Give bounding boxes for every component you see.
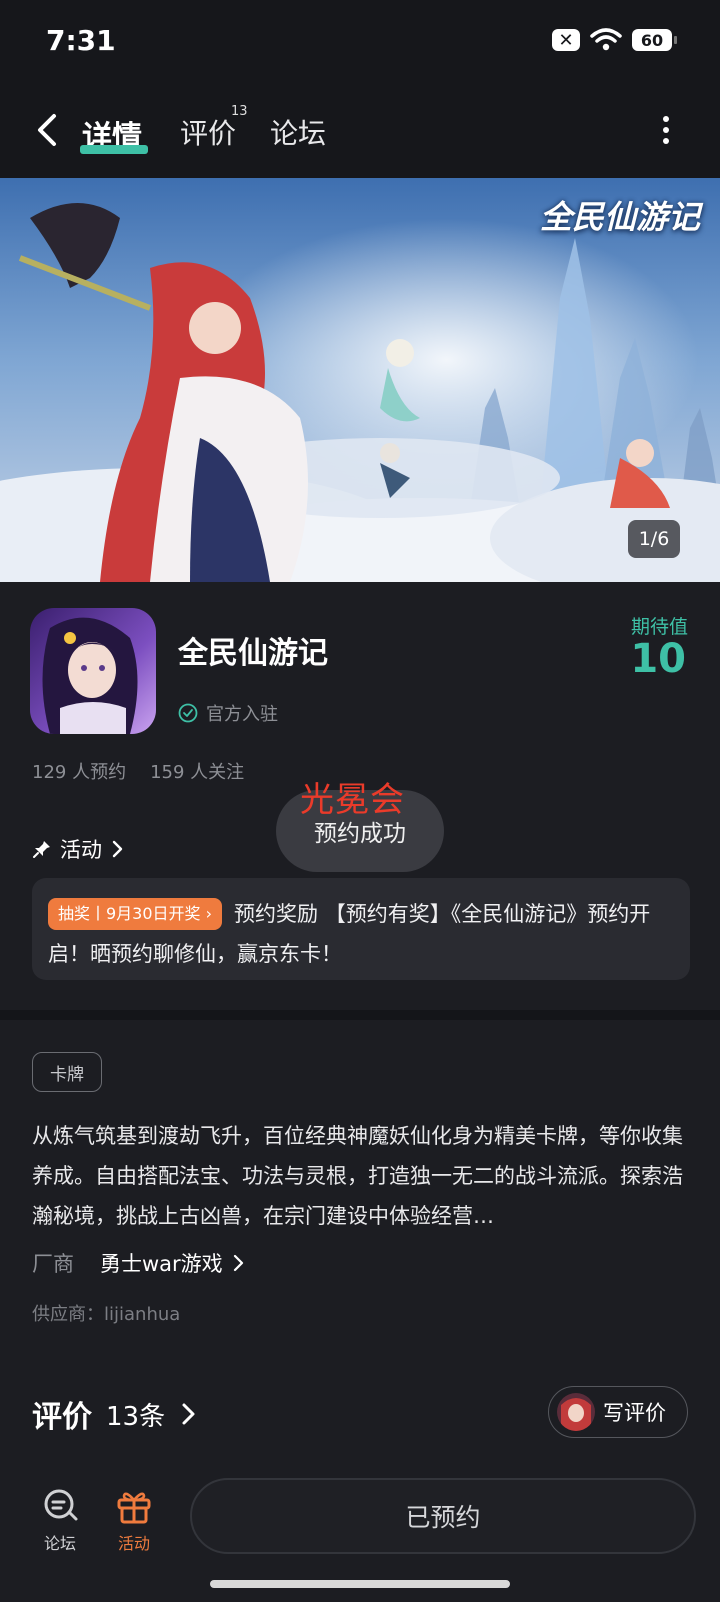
status-bar: 7:31 ✕ 60 <box>0 0 720 84</box>
app-icon <box>30 608 156 734</box>
write-review-label: 写评价 <box>603 1401 666 1425</box>
more-options-icon[interactable] <box>662 116 670 144</box>
official-label: 官方入驻 <box>206 704 278 725</box>
wifi-icon <box>590 28 622 51</box>
notification-x-icon: ✕ <box>552 29 580 51</box>
section-divider <box>0 1010 720 1020</box>
battery-level: 60 <box>640 30 664 50</box>
write-review-button[interactable]: 写评价 <box>548 1386 688 1438</box>
reserved-button[interactable]: 已预约 <box>190 1478 696 1554</box>
top-nav: 详情 评价 13 论坛 <box>0 84 720 178</box>
expectation-label: 期待值 <box>630 616 688 638</box>
reservation-count: 129 人预约 <box>32 762 127 783</box>
banner-artwork <box>0 178 720 582</box>
tab-reviews[interactable]: 评价 <box>180 112 236 152</box>
activity-heading-label: 活动 <box>60 838 102 862</box>
home-indicator[interactable] <box>210 1580 510 1588</box>
forum-shortcut-label: 论坛 <box>43 1534 76 1553</box>
forum-chat-icon <box>44 1489 78 1521</box>
reviews-title: 评价 <box>32 1400 92 1435</box>
supplier-info: 供应商：lijianhua <box>32 1304 181 1325</box>
game-description[interactable]: 从炼气筑基到渡劫飞升，百位经典神魔妖仙化身为精美卡牌，等你收集养成。自由搭配法宝… <box>32 1116 690 1236</box>
manufacturer-label: 厂商 <box>32 1252 74 1276</box>
activity-card[interactable]: 抽奖丨9月30日开奖 › 预约奖励 【预约有奖】《全民仙游记》预约开启！晒预约聊修… <box>32 878 690 980</box>
avatar <box>557 1393 595 1431</box>
pin-icon <box>33 841 50 858</box>
watermark-text: 光冕会 <box>300 780 405 820</box>
manufacturer-name: 勇士war游戏 <box>100 1252 223 1276</box>
activity-shortcut-label: 活动 <box>117 1534 150 1553</box>
lottery-badge-label: 抽奖丨9月30日开奖 <box>58 904 201 923</box>
chevron-right-icon <box>182 1403 195 1425</box>
reviews-count: 13条 <box>106 1401 166 1432</box>
tab-reviews-count: 13 <box>231 104 248 119</box>
chevron-right-icon <box>112 840 123 858</box>
chevron-right-icon <box>233 1254 243 1272</box>
lottery-badge[interactable]: 抽奖丨9月30日开奖 › <box>48 898 223 930</box>
tab-forum[interactable]: 论坛 <box>270 112 326 152</box>
expectation-value: 10 <box>630 636 686 682</box>
forum-shortcut[interactable]: 论坛 <box>30 1488 90 1554</box>
activity-heading[interactable]: 活动 <box>32 834 124 864</box>
genre-tag[interactable]: 卡牌 <box>32 1052 102 1092</box>
app-stats: 129 人预约 159 人关注 <box>32 758 244 784</box>
game-banner[interactable]: 全民仙游记 <box>0 178 720 582</box>
game-logo-text: 全民仙游记 <box>539 198 700 236</box>
active-tab-underline <box>80 145 148 154</box>
activity-shortcut[interactable]: 活动 <box>104 1488 164 1554</box>
activity-content: 抽奖丨9月30日开奖 › 预约奖励 【预约有奖】《全民仙游记》预约开启！晒预约聊修… <box>48 894 668 974</box>
battery-icon: 60 <box>632 29 677 51</box>
back-arrow-icon[interactable] <box>32 108 62 152</box>
reviews-heading[interactable]: 评价 13条 <box>32 1392 197 1436</box>
status-icons: ✕ 60 <box>552 28 677 52</box>
official-verified: 官方入驻 <box>178 700 278 726</box>
verified-check-icon <box>178 703 198 723</box>
manufacturer-row[interactable]: 厂商 勇士war游戏 <box>32 1248 245 1278</box>
gift-icon <box>117 1492 151 1524</box>
status-time: 7:31 <box>46 24 116 57</box>
follower-count: 159 人关注 <box>150 762 245 783</box>
app-name: 全民仙游记 <box>178 636 328 671</box>
banner-page-counter: 1/6 <box>628 520 680 558</box>
